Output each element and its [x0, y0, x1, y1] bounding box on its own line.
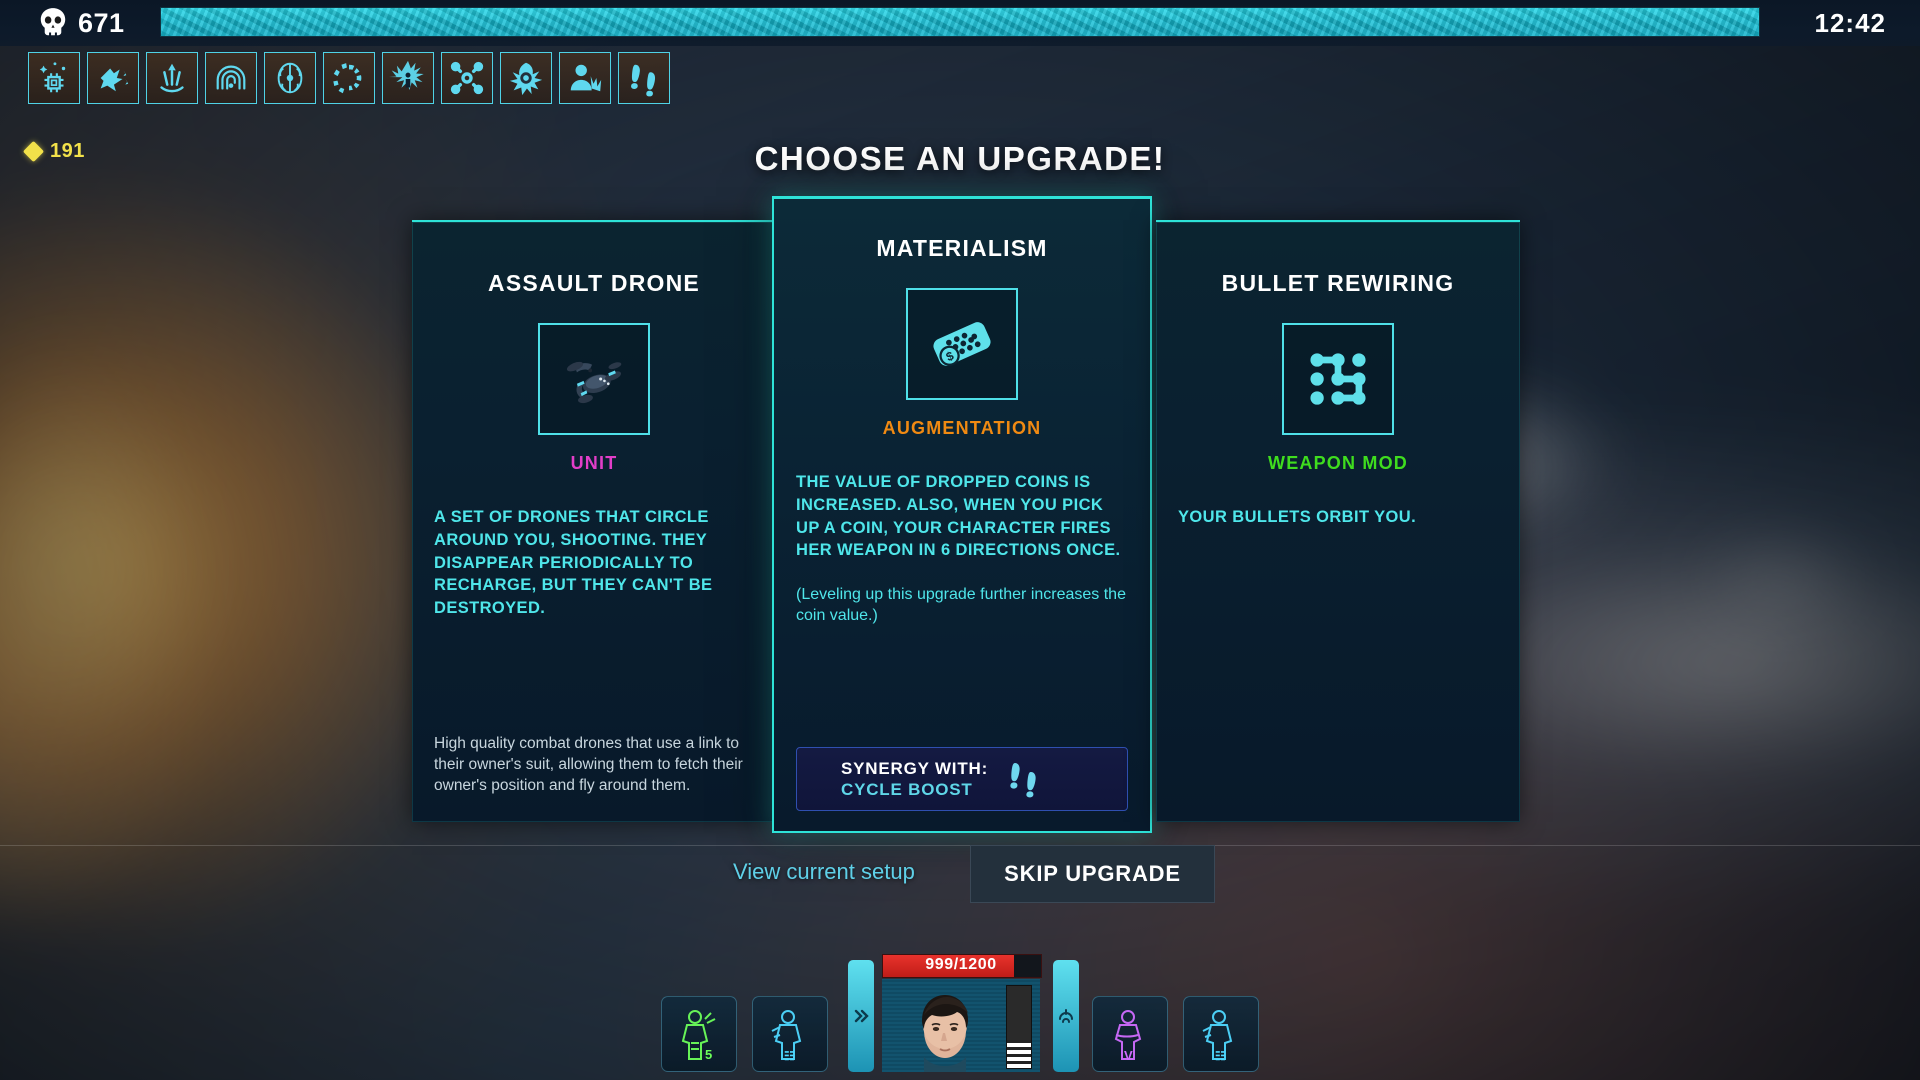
card-description: A SET OF DRONES THAT CIRCLE AROUND YOU, … — [434, 508, 713, 618]
synergy-label: SYNERGY WITH: — [841, 758, 989, 778]
skip-upgrade-button[interactable]: SKIP UPGRADE — [970, 845, 1215, 903]
svg-text:☷: ☷ — [1215, 1049, 1226, 1063]
card-flavor-text: High quality combat drones that use a li… — [434, 734, 743, 794]
shockwave-icon — [100, 68, 129, 92]
cycle-right-button[interactable] — [1053, 960, 1079, 1072]
cpu-chip-icon — [39, 62, 66, 93]
brain-icon — [277, 62, 303, 94]
drone-image — [566, 361, 622, 404]
card-rarity: AUGMENTATION — [882, 418, 1042, 438]
propeller-icon — [450, 61, 484, 95]
passive-slot-saw-blade[interactable] — [500, 52, 552, 104]
weapon-slot-blue-1[interactable]: ☷ — [752, 996, 828, 1072]
card-icon-frame — [1282, 323, 1394, 435]
card-rarity: UNIT — [570, 453, 618, 473]
weapon-slot-purple[interactable]: V — [1092, 996, 1168, 1072]
card-description: YOUR BULLETS ORBIT YOU. — [1178, 508, 1417, 526]
pulse-icon — [1059, 1009, 1073, 1023]
passive-slot-shockwave[interactable] — [87, 52, 139, 104]
passive-slot-propeller[interactable] — [441, 52, 493, 104]
saw-blade-icon — [509, 62, 543, 96]
kill-count: 671 — [78, 8, 125, 38]
cycle-left-button[interactable] — [848, 960, 874, 1072]
page-title: CHOOSE AN UPGRADE! — [754, 140, 1166, 177]
svg-text:5: 5 — [705, 1047, 712, 1062]
sonar-wave-icon — [216, 65, 246, 90]
soldier-green-icon: 5 — [681, 1010, 716, 1062]
passive-slot-footprints[interactable] — [618, 52, 670, 104]
health-text: 999/1200 — [925, 956, 997, 973]
passive-icon-row — [28, 52, 670, 104]
radiant-figure-icon — [389, 60, 424, 90]
top-status-bar: 671 12:42 — [0, 0, 1920, 46]
card-rarity: WEAPON MOD — [1268, 453, 1408, 473]
weapon-slot-green[interactable]: 5 — [661, 996, 737, 1072]
skull-icon — [40, 8, 66, 36]
footprints-icon — [631, 64, 656, 97]
passive-slot-sonar-wave[interactable] — [205, 52, 257, 104]
passive-slot-brain[interactable] — [264, 52, 316, 104]
xp-bar-fill — [161, 8, 1759, 36]
spike-trap-icon — [160, 63, 184, 93]
card-subdescription: (Leveling up this upgrade further increa… — [796, 586, 1126, 625]
passive-slot-person-slash[interactable] — [559, 52, 611, 104]
synergy-target: CYCLE BOOST — [841, 780, 973, 799]
card-icon-frame: $ — [906, 288, 1018, 400]
view-current-setup-link[interactable]: View current setup — [733, 859, 915, 885]
svg-text:☷: ☷ — [784, 1049, 795, 1063]
person-slash-icon — [570, 64, 602, 92]
upgrade-card-list: ASSAULT DRONE UNIT A SET OF DRONES THAT … — [0, 196, 1920, 836]
card-title: MATERIALISM — [876, 235, 1048, 261]
card-icon-frame — [538, 323, 650, 435]
xp-bar — [160, 7, 1760, 37]
player-portrait — [882, 979, 1040, 1072]
chevron-right-icon — [854, 1009, 869, 1023]
upgrade-card-bullet-rewiring[interactable]: BULLET REWIRING WEAPON MOD YOUR BULLETS … — [1156, 220, 1520, 822]
upgrade-card-assault-drone[interactable]: ASSAULT DRONE UNIT A SET OF DRONES THAT … — [412, 220, 776, 822]
synergy-panel: SYNERGY WITH: CYCLE BOOST — [796, 747, 1128, 811]
passive-slot-cpu-chip[interactable] — [28, 52, 80, 104]
circuit-nodes-icon — [1310, 353, 1366, 405]
bottom-hud: 5 ☷ 999/1200 V ☷ — [0, 950, 1920, 1080]
card-description: THE VALUE OF DROPPED COINS IS INCREASED.… — [796, 473, 1121, 560]
upgrade-card-materialism[interactable]: MATERIALISM $ AUGMENTATION THE VALUE OF … — [772, 196, 1152, 833]
passive-slot-spike-trap[interactable] — [146, 52, 198, 104]
soldier-blue-icon: ☷ — [771, 1010, 802, 1063]
banknote-coin-icon: $ — [933, 322, 991, 366]
action-bar: View current setup SKIP UPGRADE — [0, 845, 1920, 905]
card-title: BULLET REWIRING — [1221, 270, 1455, 296]
player-portrait-panel: 999/1200 — [882, 954, 1042, 1072]
broken-gear-icon — [333, 63, 362, 94]
ammo-bar — [1006, 985, 1032, 1069]
passive-slot-broken-gear[interactable] — [323, 52, 375, 104]
passive-slot-radiant-figure[interactable] — [382, 52, 434, 104]
weapon-slot-blue-2[interactable]: ☷ — [1183, 996, 1259, 1072]
avatar — [922, 995, 968, 1072]
svg-text:V: V — [1124, 1048, 1133, 1063]
clock: 12:42 — [1814, 8, 1886, 38]
footprints-icon — [1010, 763, 1036, 798]
ammo-bar-fill — [1007, 1040, 1031, 1068]
soldier-blue-icon: ☷ — [1202, 1010, 1233, 1063]
soldier-purple-icon: V — [1114, 1010, 1142, 1063]
card-title: ASSAULT DRONE — [488, 270, 700, 296]
synergy-text: SYNERGY WITH: CYCLE BOOST — [841, 758, 988, 801]
